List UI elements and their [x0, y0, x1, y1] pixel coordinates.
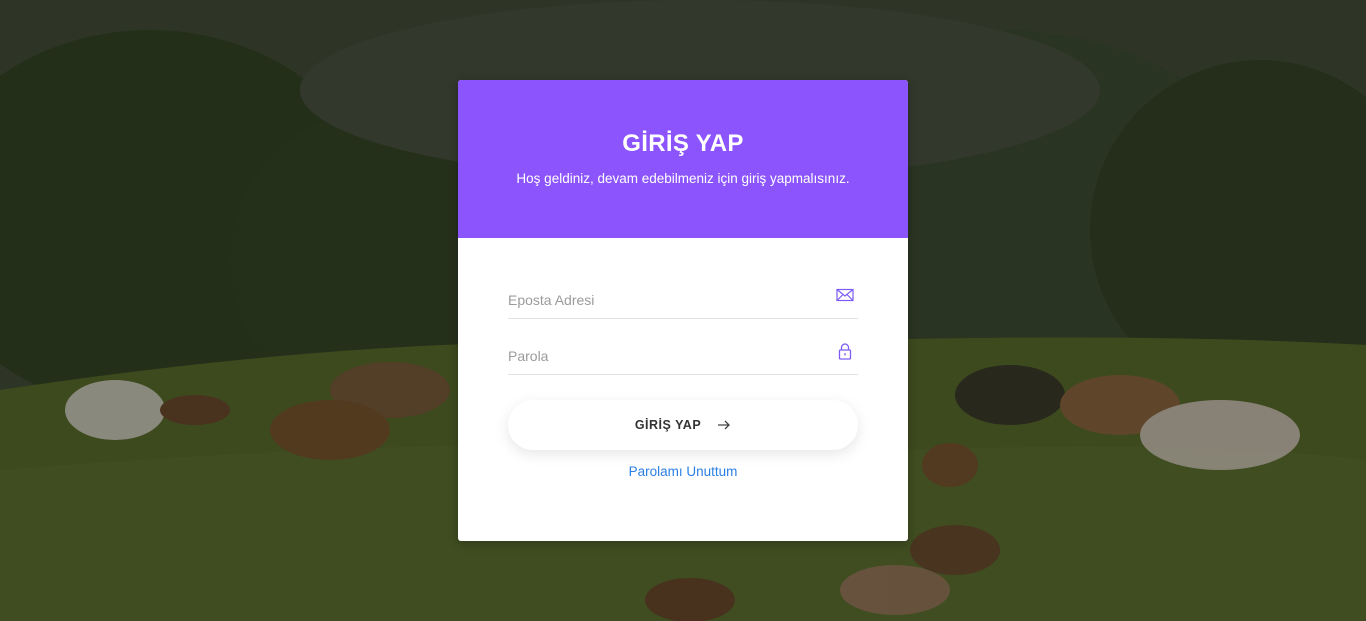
email-field[interactable]	[508, 292, 818, 308]
submit-button-label: GİRİŞ YAP	[634, 418, 702, 432]
email-field-wrapper	[508, 278, 858, 319]
envelope-icon	[836, 288, 854, 302]
page-subtitle: Hoş geldiniz, devam edebilmeniz için gir…	[516, 171, 850, 186]
arrow-right-icon	[718, 420, 731, 430]
password-field-wrapper	[508, 319, 858, 375]
lock-icon	[838, 343, 852, 360]
login-submit-button[interactable]: GİRİŞ YAP	[508, 400, 858, 450]
page-title: GİRİŞ YAP	[622, 130, 744, 157]
login-card: GİRİŞ YAP Hoş geldiniz, devam edebilmeni…	[458, 80, 908, 541]
password-field[interactable]	[508, 348, 818, 364]
forgot-password-link[interactable]: Parolamı Unuttum	[508, 464, 858, 479]
login-form: GİRİŞ YAP Parolamı Unuttum	[458, 278, 908, 479]
login-card-header: GİRİŞ YAP Hoş geldiniz, devam edebilmeni…	[458, 80, 908, 238]
